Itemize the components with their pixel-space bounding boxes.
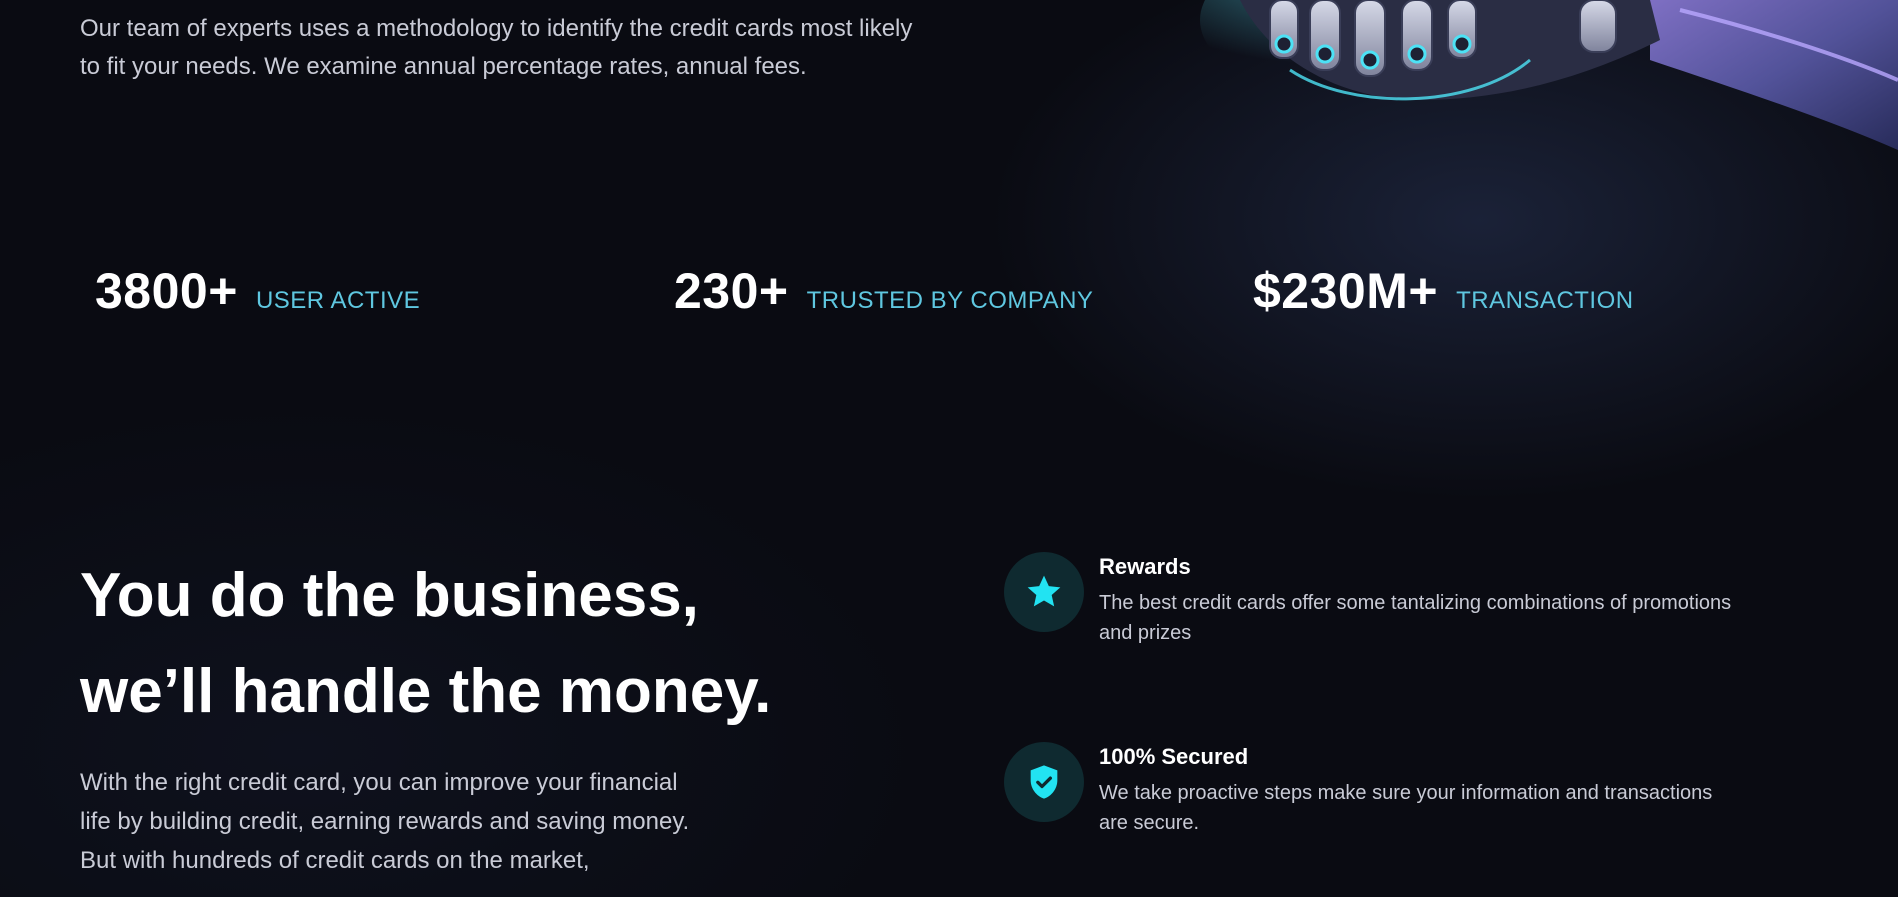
section-headline: You do the business, we’ll handle the mo… [80,548,900,740]
stat-label: TRUSTED BY COMPANY [806,287,1094,314]
stat-value: 230+ [674,263,789,319]
feature-title: 100% Secured [1099,744,1249,769]
feature-description: We take proactive steps make sure your i… [1099,782,1713,834]
star-icon [1004,552,1084,632]
robot-hand-illustration [1180,0,1898,180]
feature-secured: 100% Secured We take proactive steps mak… [1004,742,1764,842]
feature-description: The best credit cards offer some tantali… [1099,592,1732,644]
stat-label: USER ACTIVE [255,287,421,314]
stat-companies: 230+ TRUSTED BY COMPANY [674,262,1093,320]
stats-row: 3800+ USER ACTIVE 230+ TRUSTED BY COMPAN… [0,262,1898,332]
page: Our team of experts uses a methodology t… [0,0,1898,897]
feature-rewards: Rewards The best credit cards offer some… [1004,552,1764,652]
stat-value: 3800+ [95,263,238,319]
shield-check-icon [1004,742,1084,822]
stat-value: $230M+ [1253,263,1439,319]
stat-users: 3800+ USER ACTIVE [95,262,420,320]
stat-transactions: $230M+ TRANSACTION [1253,262,1634,320]
section-body-text: With the right credit card, you can impr… [80,769,690,874]
stat-label: TRANSACTION [1456,287,1634,314]
headline-line-2: we’ll handle the money. [80,657,772,726]
feature-title: Rewards [1099,554,1191,579]
intro-paragraph: Our team of experts uses a methodology t… [80,15,913,80]
headline-line-1: You do the business, [80,561,699,630]
